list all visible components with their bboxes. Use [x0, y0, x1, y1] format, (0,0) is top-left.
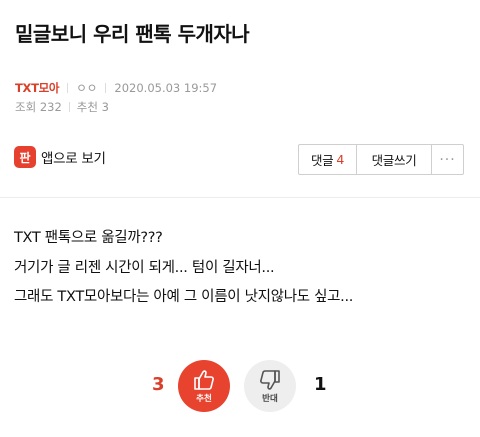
comments-label: 댓글 [310, 153, 334, 168]
write-comment-button[interactable]: 댓글쓰기 [357, 145, 432, 174]
upvote-button[interactable]: 추천 [178, 360, 230, 412]
post-title: 밑글보니 우리 팬톡 두개자나 [15, 22, 250, 46]
thumbs-up-icon [192, 369, 216, 391]
author-name: ㅇㅇ [76, 81, 98, 95]
post-action-group: 댓글 4 댓글쓰기 ··· [298, 144, 464, 175]
open-in-app-label: 앱으로 보기 [41, 151, 106, 167]
meta-divider [105, 83, 107, 93]
board-link[interactable]: TXT모아 [15, 80, 60, 96]
comments-count: 4 [336, 152, 345, 167]
downvote-button[interactable]: 반대 [244, 360, 296, 412]
post-meta: TXT모아 ㅇㅇ 2020.05.03 19:57 [15, 80, 217, 96]
post-body-line: TXT 팬톡으로 옮길까??? [14, 230, 163, 246]
upvote-label: 추천 [196, 393, 212, 404]
view-count: 조회 232 [15, 100, 62, 114]
recommend-count: 추천 3 [76, 100, 109, 114]
post-date: 2020.05.03 19:57 [114, 81, 218, 95]
post-body: TXT 팬톡으로 옮길까??? 거기가 글 리젠 시간이 되게... 텀이 길자… [14, 224, 353, 313]
comments-button[interactable]: 댓글 4 [299, 145, 357, 174]
meta-divider [67, 83, 69, 93]
post-body-line: 거기가 글 리젠 시간이 되게... 텀이 길자너... [14, 259, 275, 276]
app-logo-icon: 판 [14, 146, 36, 168]
open-in-app-link[interactable]: 판 앱으로 보기 [14, 146, 106, 168]
post-stats: 조회 232 추천 3 [15, 99, 109, 115]
thumbs-down-icon [258, 369, 282, 391]
more-options-button[interactable]: ··· [432, 145, 463, 174]
upvote-count: 3 [152, 374, 165, 395]
meta-divider [68, 102, 70, 112]
section-divider [0, 197, 480, 198]
post-body-line: 그래도 TXT모아보다는 아예 그 이름이 낫지않나도 싶고... [14, 289, 354, 305]
downvote-label: 반대 [262, 393, 278, 404]
downvote-count: 1 [314, 374, 327, 395]
